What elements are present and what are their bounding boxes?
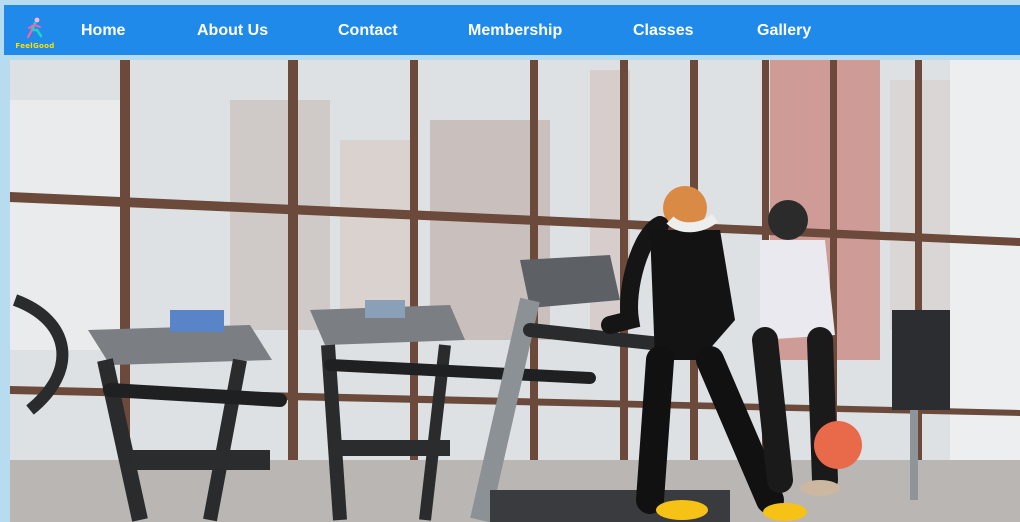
nav-classes[interactable]: Classes bbox=[633, 22, 694, 40]
gym-treadmill-photo bbox=[10, 60, 1020, 522]
nav-home[interactable]: Home bbox=[81, 22, 125, 40]
hero-image bbox=[10, 60, 1020, 522]
runner-icon bbox=[26, 17, 43, 39]
logo-text: FeelGood bbox=[15, 42, 55, 50]
nav-contact[interactable]: Contact bbox=[338, 22, 398, 40]
nav-membership[interactable]: Membership bbox=[468, 22, 562, 40]
nav-about-us[interactable]: About Us bbox=[197, 22, 268, 40]
navbar: FeelGood Home About Us Contact Membershi… bbox=[4, 5, 1020, 55]
brand-logo[interactable]: FeelGood bbox=[8, 17, 62, 51]
nav-gallery[interactable]: Gallery bbox=[757, 22, 811, 40]
